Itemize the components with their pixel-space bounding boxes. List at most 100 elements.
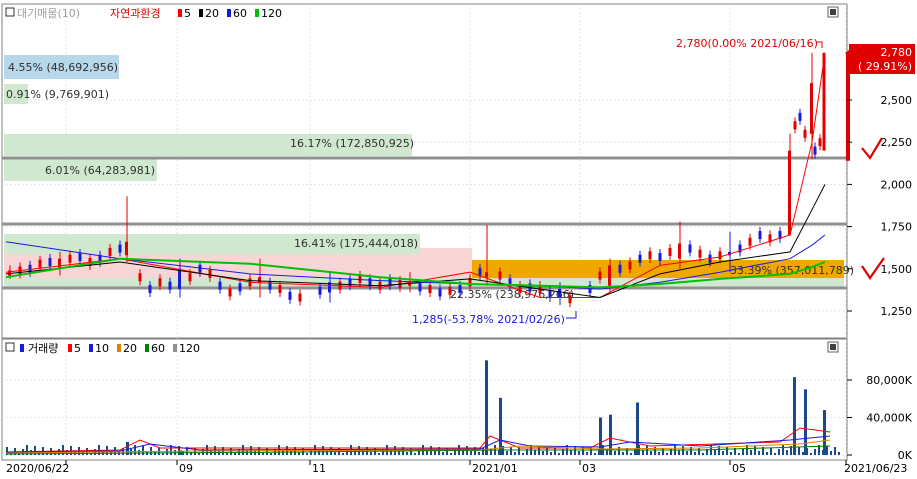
volume-bar[interactable] (650, 451, 652, 455)
candle-body[interactable] (485, 272, 488, 278)
candle-body[interactable] (318, 286, 322, 295)
volume-bar[interactable] (770, 448, 772, 455)
candle-body[interactable] (598, 271, 602, 280)
candle-body[interactable] (698, 249, 702, 258)
volume-bar[interactable] (574, 446, 576, 455)
volume-bar[interactable] (686, 451, 688, 455)
volume-bar[interactable] (498, 450, 500, 455)
volume-bar[interactable] (578, 451, 580, 455)
volume-bar[interactable] (450, 453, 452, 455)
volume-bar[interactable] (702, 453, 704, 455)
chart-canvas[interactable]: 4.55% (48,692,956) 0.91% (9,769,901) 16.17… (0, 0, 917, 476)
volume-bar[interactable] (774, 453, 776, 455)
volume-bar[interactable] (793, 377, 796, 455)
volume-bar[interactable] (646, 446, 648, 455)
volume-bar[interactable] (794, 451, 796, 455)
candle-body[interactable] (258, 277, 261, 283)
volume-bar[interactable] (334, 452, 336, 455)
volume-bar[interactable] (514, 452, 516, 455)
volume-bar[interactable] (666, 453, 668, 455)
volume-bar[interactable] (823, 410, 826, 455)
volume-bar[interactable] (630, 453, 632, 455)
candle-body[interactable] (298, 293, 302, 302)
volume-bar[interactable] (470, 451, 472, 455)
volume-bar[interactable] (610, 446, 612, 455)
volume-bar[interactable] (554, 448, 556, 455)
candle-body[interactable] (58, 258, 61, 269)
volume-bar[interactable] (822, 450, 824, 455)
candle-body[interactable] (118, 244, 122, 253)
volume-bar[interactable] (254, 451, 256, 455)
volume-bar[interactable] (766, 452, 768, 455)
candle-body[interactable] (688, 244, 692, 253)
candle-body[interactable] (818, 138, 822, 147)
candle-body[interactable] (648, 251, 652, 260)
volume-bar[interactable] (758, 451, 760, 455)
candle-body[interactable] (628, 261, 632, 270)
volume-bar[interactable] (778, 449, 780, 455)
candle-body[interactable] (198, 264, 202, 273)
candle-body[interactable] (48, 258, 52, 267)
candle-body[interactable] (798, 112, 802, 121)
candle-body[interactable] (638, 254, 642, 263)
legend-checkbox-icon[interactable] (5, 7, 15, 17)
volume-bar[interactable] (810, 453, 812, 455)
candle-body[interactable] (228, 288, 232, 297)
candle-body[interactable] (38, 259, 42, 268)
volume-bar[interactable] (594, 453, 596, 455)
volume-bar[interactable] (678, 450, 680, 455)
volume-bar[interactable] (814, 449, 816, 455)
volume-bar[interactable] (642, 450, 644, 455)
volume-bar[interactable] (754, 446, 756, 455)
candle-body[interactable] (678, 243, 681, 259)
candle-body[interactable] (758, 231, 762, 240)
candle-body[interactable] (168, 281, 172, 290)
candle-body[interactable] (718, 251, 722, 260)
volume-bar[interactable] (570, 450, 572, 455)
candle-body[interactable] (278, 285, 282, 294)
volume-bar[interactable] (786, 450, 788, 455)
volume-bar[interactable] (534, 450, 536, 455)
candle-body[interactable] (618, 264, 622, 273)
candle-body[interactable] (498, 271, 502, 280)
candle-body[interactable] (108, 247, 112, 256)
candle-body[interactable] (658, 252, 662, 261)
candle-body[interactable] (218, 281, 222, 290)
volume-bar[interactable] (798, 447, 800, 455)
candle-body[interactable] (178, 268, 181, 290)
volume-bar[interactable] (622, 452, 624, 455)
volume-bar[interactable] (618, 447, 620, 455)
volume-bar[interactable] (166, 449, 168, 455)
volume-bar[interactable] (698, 448, 700, 455)
candle-body[interactable] (548, 290, 552, 299)
volume-bar[interactable] (558, 453, 560, 455)
volume-bar[interactable] (538, 446, 540, 455)
candle-body[interactable] (813, 146, 817, 155)
volume-bar[interactable] (802, 452, 804, 455)
volume-bar[interactable] (154, 452, 156, 455)
candle-body[interactable] (428, 285, 432, 294)
volume-bar[interactable] (830, 451, 832, 455)
volume-bar[interactable] (838, 452, 840, 455)
volume-bar[interactable] (442, 452, 444, 455)
volume-bar[interactable] (738, 453, 740, 455)
volume-bar[interactable] (234, 453, 236, 455)
candle-body[interactable] (438, 288, 442, 297)
candle-body[interactable] (208, 269, 212, 278)
candle-body[interactable] (68, 254, 72, 263)
volume-bar[interactable] (806, 448, 808, 455)
volume-bar[interactable] (398, 451, 400, 455)
volume-bar[interactable] (682, 446, 684, 455)
volume-bar[interactable] (414, 453, 416, 455)
volume-bar[interactable] (750, 450, 752, 455)
volume-bar[interactable] (742, 449, 744, 455)
candle-body[interactable] (793, 121, 797, 130)
candle-body[interactable] (458, 285, 462, 294)
candle-body[interactable] (288, 291, 292, 300)
volume-bar[interactable] (730, 452, 732, 455)
volume-bar[interactable] (694, 452, 696, 455)
volume-bar[interactable] (230, 448, 232, 455)
volume-bar[interactable] (406, 452, 408, 455)
volume-bar[interactable] (804, 389, 807, 455)
volume-bar[interactable] (138, 450, 140, 455)
